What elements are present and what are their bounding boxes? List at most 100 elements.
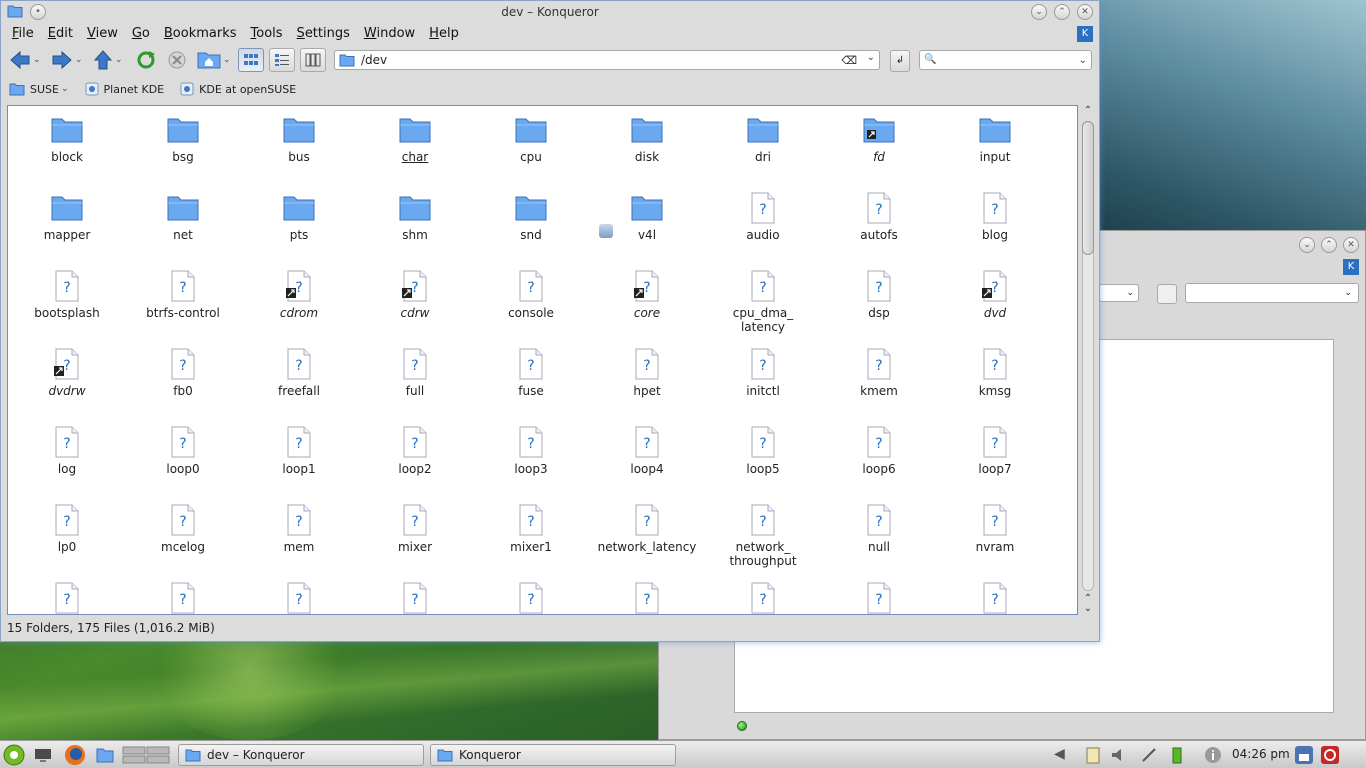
file-item[interactable]: ? network_ throughput xyxy=(705,500,821,578)
chevron-down-icon[interactable]: ⌄ xyxy=(223,55,231,65)
chevron-down-icon[interactable]: ⌄ xyxy=(75,55,83,65)
file-manager-icon[interactable] xyxy=(96,746,114,764)
task-dev-konqueror[interactable]: dev – Konqueror xyxy=(178,744,424,766)
scroll-up-icon[interactable]: ⌃ xyxy=(1081,105,1095,117)
lock-screen-icon[interactable] xyxy=(1294,745,1314,765)
file-item[interactable]: fd xyxy=(821,110,937,188)
search-field[interactable]: 🔍 ⌄ xyxy=(919,50,1092,70)
menu-window[interactable]: Window xyxy=(357,23,422,45)
file-item[interactable]: dri xyxy=(705,110,821,188)
minimize-icon[interactable]: ⌄ xyxy=(1299,237,1315,253)
shutdown-icon[interactable] xyxy=(1320,745,1340,765)
file-item[interactable]: cpu xyxy=(473,110,589,188)
up-button[interactable]: ⌄ xyxy=(93,48,123,72)
clock[interactable]: 04:26 pm xyxy=(1232,747,1290,761)
location-input[interactable]: /dev xyxy=(361,53,387,67)
file-item[interactable]: ? xyxy=(937,578,1053,614)
file-item[interactable]: ? network_latency xyxy=(589,500,705,578)
network-icon[interactable] xyxy=(1140,746,1158,764)
file-item[interactable]: bus xyxy=(241,110,357,188)
close-icon[interactable]: ✕ xyxy=(1077,4,1093,20)
file-item[interactable]: ? xyxy=(9,578,125,614)
file-item[interactable]: ? bootsplash xyxy=(9,266,125,344)
file-item[interactable]: ? dvd xyxy=(937,266,1053,344)
file-item[interactable]: ? kmsg xyxy=(937,344,1053,422)
firefox-icon[interactable] xyxy=(64,744,86,766)
file-item[interactable]: bsg xyxy=(125,110,241,188)
file-item[interactable]: v4l xyxy=(589,188,705,266)
titlebar[interactable]: • dev – Konqueror ⌄ ⌃ ✕ xyxy=(1,1,1099,23)
file-item[interactable]: snd xyxy=(473,188,589,266)
file-item[interactable]: ? null xyxy=(821,500,937,578)
file-item[interactable]: ? cdrom xyxy=(241,266,357,344)
computer-icon[interactable] xyxy=(34,746,52,764)
chevron-down-icon[interactable]: ⌄ xyxy=(33,55,41,65)
bg-location-dropdown[interactable]: ⌄ xyxy=(1099,284,1139,302)
bookmark-kde-at-opensuse[interactable]: KDE at openSUSE xyxy=(180,82,296,96)
chevron-down-icon[interactable]: ⌄ xyxy=(867,52,875,63)
file-item[interactable]: ? xyxy=(473,578,589,614)
stop-button[interactable] xyxy=(167,48,187,72)
file-item[interactable]: ? dvdrw xyxy=(9,344,125,422)
file-item[interactable]: ? btrfs-control xyxy=(125,266,241,344)
file-item[interactable]: ? loop5 xyxy=(705,422,821,500)
menu-help[interactable]: Help xyxy=(422,23,466,45)
menu-bookmarks[interactable]: Bookmarks xyxy=(157,23,244,45)
file-item[interactable]: ? mem xyxy=(241,500,357,578)
bookmark-planet-kde[interactable]: Planet KDE xyxy=(85,82,164,96)
file-item[interactable]: ? xyxy=(705,578,821,614)
file-item[interactable]: ? loop1 xyxy=(241,422,357,500)
file-item[interactable]: ? autofs xyxy=(821,188,937,266)
close-icon[interactable]: ✕ xyxy=(1343,237,1359,253)
file-item[interactable]: net xyxy=(125,188,241,266)
back-button[interactable]: ⌄ xyxy=(9,48,41,72)
scroll-down-icon[interactable]: ⌄ xyxy=(1081,603,1095,615)
file-item[interactable]: ? kmem xyxy=(821,344,937,422)
clipboard-icon[interactable] xyxy=(1084,746,1102,764)
reload-button[interactable] xyxy=(135,48,157,72)
file-item[interactable]: shm xyxy=(357,188,473,266)
file-item[interactable]: ? loop0 xyxy=(125,422,241,500)
file-item[interactable]: ? hpet xyxy=(589,344,705,422)
file-item[interactable]: ? initctl xyxy=(705,344,821,422)
forward-button[interactable]: ⌄ xyxy=(51,48,83,72)
file-item[interactable]: ? mixer1 xyxy=(473,500,589,578)
file-item[interactable]: ? xyxy=(821,578,937,614)
battery-icon[interactable] xyxy=(1168,746,1186,764)
file-item[interactable]: ? loop2 xyxy=(357,422,473,500)
file-item[interactable]: ? audio xyxy=(705,188,821,266)
menu-tools[interactable]: Tools xyxy=(244,23,290,45)
file-view[interactable]: block bsg bus char cpu disk dri fd input… xyxy=(7,105,1078,615)
file-item[interactable]: ? console xyxy=(473,266,589,344)
bg-search-field[interactable]: ⌄ xyxy=(1185,283,1359,303)
chevron-down-icon[interactable]: ⌄ xyxy=(115,55,123,65)
file-item[interactable]: ? xyxy=(589,578,705,614)
file-item[interactable]: ? dsp xyxy=(821,266,937,344)
home-button[interactable]: ⌄ xyxy=(197,48,231,72)
bookmark-suse[interactable]: SUSE ⌄ xyxy=(9,83,69,96)
file-item[interactable]: ? loop4 xyxy=(589,422,705,500)
menu-view[interactable]: View xyxy=(80,23,125,45)
column-view-button[interactable] xyxy=(300,48,326,72)
clear-icon[interactable]: ⌫ xyxy=(841,54,857,67)
volume-icon[interactable] xyxy=(1110,746,1128,764)
file-item[interactable]: mapper xyxy=(9,188,125,266)
file-item[interactable]: ? core xyxy=(589,266,705,344)
file-item[interactable]: ? mixer xyxy=(357,500,473,578)
maximize-icon[interactable]: ⌃ xyxy=(1321,237,1337,253)
maximize-icon[interactable]: ⌃ xyxy=(1054,4,1070,20)
file-item[interactable]: ? cpu_dma_ latency xyxy=(705,266,821,344)
file-item[interactable]: ? cdrw xyxy=(357,266,473,344)
file-item[interactable]: ? loop3 xyxy=(473,422,589,500)
file-item[interactable]: ? loop6 xyxy=(821,422,937,500)
pager-icon[interactable] xyxy=(122,746,170,764)
location-bar[interactable]: /dev ⌫ ⌄ xyxy=(334,50,880,70)
bg-go-button[interactable] xyxy=(1157,284,1177,304)
scroll-thumb[interactable] xyxy=(1082,121,1094,255)
file-item[interactable]: ? loop7 xyxy=(937,422,1053,500)
file-item[interactable]: ? log xyxy=(9,422,125,500)
info-icon[interactable] xyxy=(1204,746,1222,764)
tray-expand-icon[interactable]: ◀ xyxy=(1054,746,1072,764)
chevron-down-icon[interactable]: ⌄ xyxy=(61,84,69,94)
file-item[interactable]: ? xyxy=(241,578,357,614)
